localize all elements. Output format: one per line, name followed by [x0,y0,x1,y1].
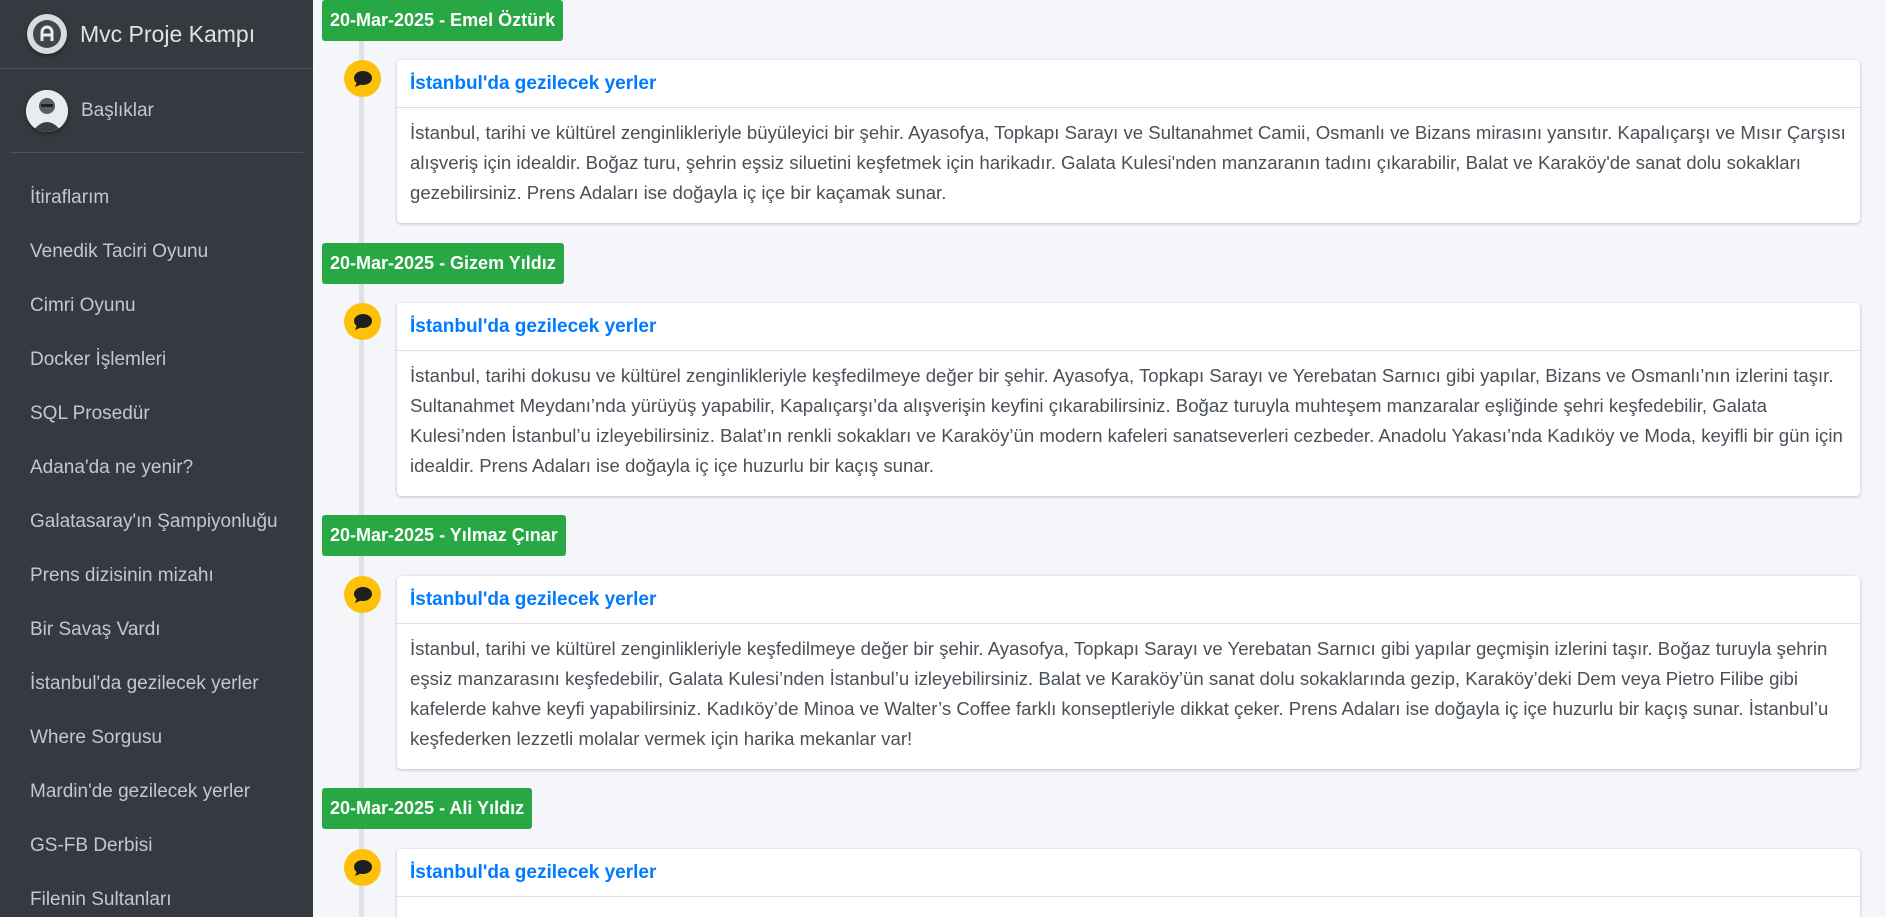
sidebar-item-where-sorgusu[interactable]: Where Sorgusu [0,711,313,765]
timeline-item-body: İstanbul, tarihi dokusu ve kültürel zeng… [410,365,1843,476]
timeline-item-body: İstanbul, tarihi ve kültürel zenginlikle… [410,638,1829,749]
sidebar-item-sql-prosedur[interactable]: SQL Prosedür [0,387,313,441]
user-name: Başlıklar [81,99,154,121]
comment-icon [344,303,381,340]
sidebar-item-filenin-sultanlari[interactable]: Filenin Sultanları [0,873,313,917]
avatar [26,89,68,132]
timeline-date-label: 20-Mar-2025 - Yılmaz Çınar [322,515,566,556]
brand-link[interactable]: Mvc Proje Kampı [0,0,313,69]
comment-icon [344,576,381,613]
sidebar-item-bir-savas-vardi[interactable]: Bir Savaş Vardı [0,603,313,657]
timeline: 20-Mar-2025 - Emel Öztürk İstanbul'da ge… [313,0,1886,917]
comment-icon [344,60,381,97]
sidebar-item-venedik-taciri-oyunu[interactable]: Venedik Taciri Oyunu [0,225,313,279]
sidebar-item-istanbul[interactable]: İstanbul'da gezilecek yerler [0,657,313,711]
brand-logo-icon [27,14,67,54]
timeline-item: İstanbul'da gezilecek yerler İstanbul, t… [397,576,1860,769]
timeline-item-body [397,897,1860,917]
sidebar: Mvc Proje Kampı Başlıklar İtiraflarım Ve… [0,0,313,917]
timeline-date-label: 20-Mar-2025 - Gizem Yıldız [322,243,564,284]
sidebar-item-docker-islemleri[interactable]: Docker İşlemleri [0,333,313,387]
sidebar-nav: İtiraflarım Venedik Taciri Oyunu Cimri O… [0,153,313,917]
timeline-item-title[interactable]: İstanbul'da gezilecek yerler [397,849,1860,897]
sidebar-item-itiraflarim[interactable]: İtiraflarım [0,171,313,225]
timeline-date-label: 20-Mar-2025 - Ali Yıldız [322,788,533,829]
timeline-line [359,0,364,917]
user-panel[interactable]: Başlıklar [10,69,303,153]
comment-icon [344,849,381,886]
sidebar-item-galatasaray[interactable]: Galatasaray'ın Şampiyonluğu [0,495,313,549]
timeline-item: İstanbul'da gezilecek yerler İstanbul, t… [397,60,1860,223]
brand-title: Mvc Proje Kampı [80,20,256,47]
timeline-date-label: 20-Mar-2025 - Emel Öztürk [322,0,564,41]
sidebar-item-mardin[interactable]: Mardin'de gezilecek yerler [0,765,313,819]
timeline-item-title[interactable]: İstanbul'da gezilecek yerler [397,303,1860,351]
timeline-item: İstanbul'da gezilecek yerler [397,849,1860,917]
timeline-item-body: İstanbul, tarihi ve kültürel zenginlikle… [410,122,1846,203]
timeline-item: İstanbul'da gezilecek yerler İstanbul, t… [397,303,1860,496]
sidebar-item-cimri-oyunu[interactable]: Cimri Oyunu [0,279,313,333]
sidebar-item-gs-fb-derbisi[interactable]: GS-FB Derbisi [0,819,313,873]
timeline-item-title[interactable]: İstanbul'da gezilecek yerler [397,60,1860,108]
sidebar-item-prens-dizisi[interactable]: Prens dizisinin mizahı [0,549,313,603]
timeline-item-title[interactable]: İstanbul'da gezilecek yerler [397,576,1860,624]
sidebar-item-adana[interactable]: Adana'da ne yenir? [0,441,313,495]
